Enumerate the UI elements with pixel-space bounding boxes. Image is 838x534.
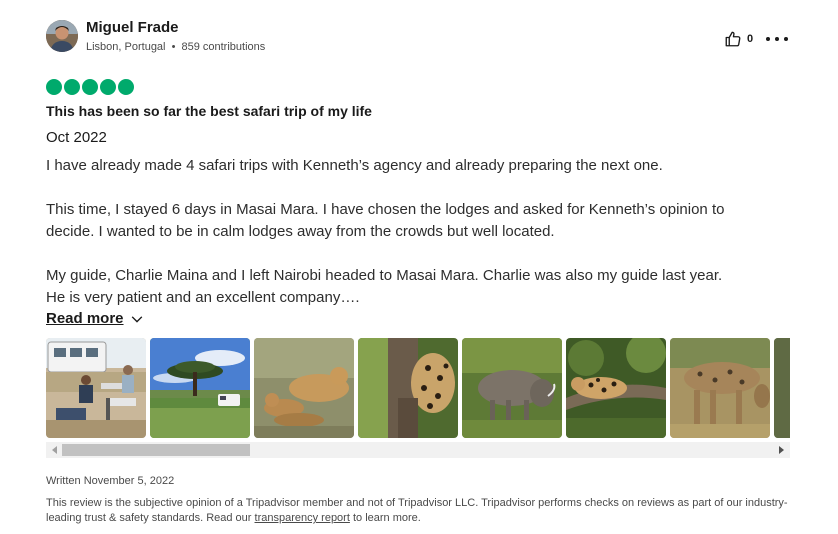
review-body: I have already made 4 safari trips with … — [46, 155, 798, 309]
photo-safari-vehicle-picnic[interactable] — [46, 338, 146, 438]
review-disclaimer: This review is the subjective opinion of… — [46, 496, 796, 526]
author-location: Lisbon, Portugal — [86, 41, 166, 53]
author-meta: Lisbon, Portugal • 859 contributions — [86, 41, 265, 53]
gallery-scrollbar[interactable] — [46, 442, 790, 458]
more-options-button[interactable] — [766, 31, 788, 47]
disclaimer-text-end: to learn more. — [349, 512, 421, 524]
helpful-count: 0 — [747, 33, 754, 45]
more-options-icon-dot — [775, 37, 779, 41]
scroll-right-icon[interactable] — [779, 446, 784, 454]
scrollbar-thumb[interactable] — [62, 444, 250, 456]
user-avatar-image — [46, 20, 78, 52]
review-date: Oct 2022 — [46, 129, 107, 146]
review-body-line: I have already made 4 safari trips with … — [46, 157, 663, 174]
rating-bubble-icon — [100, 79, 116, 95]
chevron-down-icon — [131, 315, 142, 323]
written-date: Written November 5, 2022 — [46, 475, 175, 487]
more-options-icon — [766, 37, 770, 41]
review-body-line: This time, I stayed 6 days in Masai Mara… — [46, 201, 725, 218]
rating-bubble-icon — [64, 79, 80, 95]
author-contributions: 859 contributions — [181, 41, 266, 53]
meta-separator: • — [171, 41, 176, 53]
review-title: This has been so far the best safari tri… — [46, 103, 372, 119]
photo-lionesses[interactable] — [254, 338, 354, 438]
author-name[interactable]: Miguel Frade — [86, 19, 179, 36]
rating-bubble-icon — [118, 79, 134, 95]
photo-partial-edge[interactable] — [774, 338, 790, 438]
review-body-line: He is very patient and an excellent comp… — [46, 289, 360, 306]
review-body-line: My guide, Charlie Maina and I left Nairo… — [46, 267, 723, 284]
rating-bubble-icon — [46, 79, 62, 95]
photo-leopard-in-tree[interactable] — [358, 338, 458, 438]
more-options-icon-dot — [784, 37, 788, 41]
photo-acacia-tree-landscape[interactable] — [150, 338, 250, 438]
helpful-vote-button[interactable]: 0 — [724, 30, 753, 48]
read-more-button[interactable]: Read more — [46, 310, 144, 327]
photo-warthogs[interactable] — [462, 338, 562, 438]
read-more-label: Read more — [46, 310, 124, 327]
rating-bubbles — [46, 79, 134, 95]
review-body-line: decide. I wanted to be in calm lodges aw… — [46, 223, 555, 240]
scroll-left-icon[interactable] — [52, 446, 57, 454]
thumbs-up-icon — [725, 31, 741, 47]
photo-leopard-on-branch[interactable] — [566, 338, 666, 438]
photo-hyena[interactable] — [670, 338, 770, 438]
photo-gallery — [46, 338, 790, 438]
rating-bubble-icon — [82, 79, 98, 95]
avatar[interactable] — [46, 20, 78, 52]
transparency-report-link[interactable]: transparency report — [255, 512, 350, 524]
